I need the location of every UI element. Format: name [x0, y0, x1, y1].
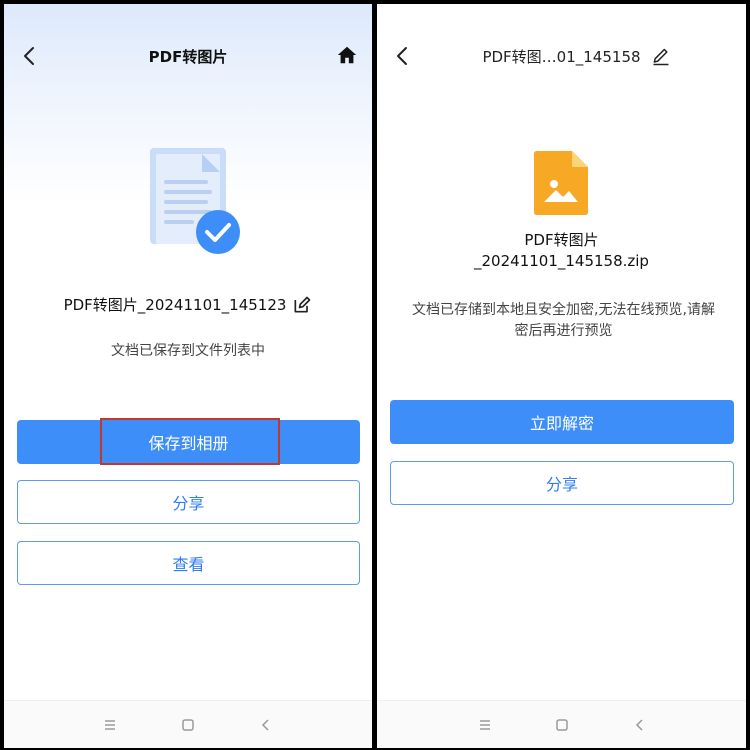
share-button[interactable]: 分享: [17, 480, 360, 524]
encrypted-notice-text: 文档已存储到本地且安全加密,无法在线预览,请解 密后再进行预览: [412, 302, 715, 339]
saved-status-text: 文档已保存到文件列表中: [111, 343, 265, 359]
right-screen: PDF转图…01_145158 PDF转图片 _20241101_145158.…: [377, 4, 746, 748]
edit-icon[interactable]: [292, 295, 312, 315]
top-nav-bar: PDF转图片: [4, 34, 372, 80]
left-screen: PDF转图片 PDF转图片_20241101_145123 文档已保存到文件列表…: [4, 4, 372, 748]
system-nav-bar: [4, 700, 372, 748]
square-icon[interactable]: [552, 715, 572, 735]
page-title: PDF转图片: [148, 48, 228, 66]
page-title: PDF转图…01_145158: [482, 48, 641, 66]
home-icon[interactable]: [336, 44, 358, 66]
top-nav-bar: PDF转图…01_145158: [377, 34, 746, 80]
square-icon[interactable]: [178, 715, 198, 735]
menu-icon[interactable]: [475, 715, 495, 735]
view-button[interactable]: 查看: [17, 541, 360, 585]
chevron-left-icon[interactable]: [630, 715, 650, 735]
edit-icon[interactable]: [651, 47, 671, 67]
file-name: PDF转图片 _20241101_145158.zip: [474, 231, 649, 270]
file-name: PDF转图片_20241101_145123: [63, 296, 287, 314]
document-saved-icon: [150, 148, 240, 254]
save-to-album-button[interactable]: 保存到相册: [17, 420, 360, 464]
file-name-row: PDF转图片_20241101_145123: [4, 294, 372, 315]
menu-icon[interactable]: [100, 715, 120, 735]
page-title-row: PDF转图…01_145158: [377, 46, 746, 67]
share-button[interactable]: 分享: [390, 461, 734, 505]
decrypt-now-button[interactable]: 立即解密: [390, 400, 734, 444]
chevron-left-icon[interactable]: [256, 715, 276, 735]
system-nav-bar: [377, 700, 746, 748]
image-file-icon: [534, 151, 588, 215]
